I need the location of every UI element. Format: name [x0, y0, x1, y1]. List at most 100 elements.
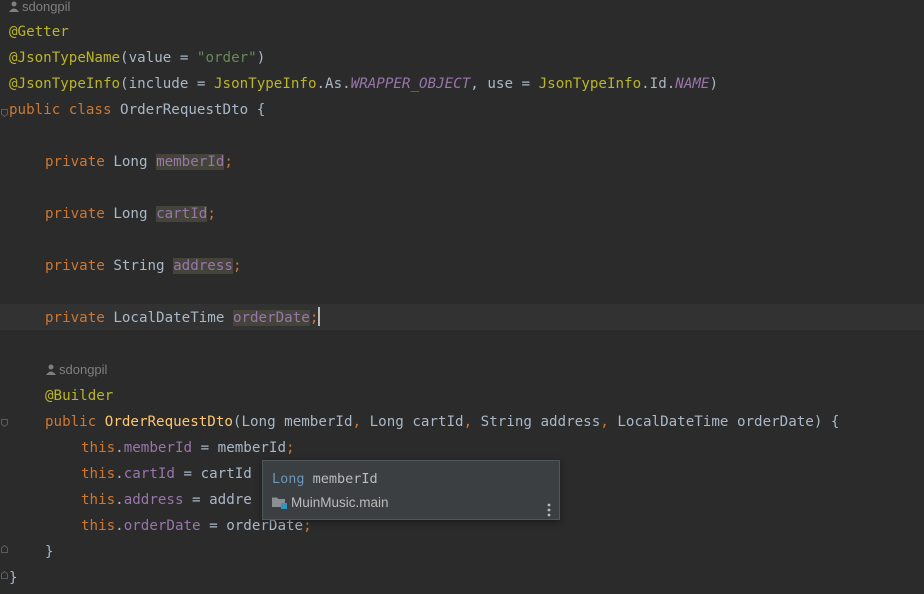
- parameter: String address: [480, 414, 601, 430]
- fold-marker-icon[interactable]: [1, 545, 8, 553]
- code-token: {: [248, 102, 266, 118]
- semicolon: ;: [207, 206, 216, 222]
- field-reference: address: [123, 492, 184, 508]
- field-name: orderDate: [232, 310, 310, 326]
- constructor-name: OrderRequestDto: [104, 414, 233, 430]
- fold-marker-icon[interactable]: [1, 571, 8, 579]
- code-token: (value =: [120, 50, 197, 66]
- code-line[interactable]: }: [9, 565, 18, 591]
- parameter: Long cartId: [369, 414, 464, 430]
- fold-marker-icon[interactable]: [1, 419, 8, 427]
- this-keyword: this: [81, 518, 116, 534]
- popup-name: memberId: [304, 471, 378, 487]
- semicolon: ;: [309, 310, 319, 326]
- semicolon: ;: [224, 154, 233, 170]
- code-token: (include =: [120, 76, 215, 92]
- comma: ,: [352, 414, 370, 430]
- author-hint: sdongpil: [46, 363, 107, 377]
- more-options-icon[interactable]: [547, 503, 551, 517]
- code-line[interactable]: @Getter: [9, 19, 69, 45]
- keyword: private: [45, 206, 114, 222]
- class-name: OrderRequestDto: [120, 102, 249, 118]
- code-token: .: [115, 466, 124, 482]
- popup-type: Long: [272, 471, 305, 487]
- semicolon: ;: [232, 258, 242, 274]
- string-literal: "order": [196, 50, 257, 66]
- field-reference: cartId: [123, 466, 175, 482]
- code-token: .Id.: [641, 76, 676, 92]
- field-declaration[interactable]: private LocalDateTime orderDate;: [45, 305, 321, 331]
- text-cursor: [318, 307, 321, 326]
- keyword: public: [45, 414, 105, 430]
- fold-marker-icon[interactable]: [1, 109, 8, 117]
- field-declaration[interactable]: private Long memberId;: [45, 149, 233, 175]
- parameter: (Long memberId: [232, 414, 353, 430]
- this-keyword: this: [81, 492, 116, 508]
- assignment-line[interactable]: this.memberId = memberId;: [81, 435, 295, 461]
- code-token: = addre: [183, 492, 252, 508]
- code-editor[interactable]: sdongpil @Getter @JsonTypeName(value = "…: [0, 0, 924, 594]
- type-name: String: [113, 258, 174, 274]
- code-token: = orderDate: [200, 518, 304, 534]
- type-name: Long: [113, 206, 157, 222]
- type-name: LocalDateTime: [113, 310, 233, 326]
- field-name: memberId: [156, 154, 225, 170]
- parameter: LocalDateTime orderDate: [617, 414, 814, 430]
- type-name: Long: [113, 154, 157, 170]
- code-token: .As.: [316, 76, 351, 92]
- quick-info-popup[interactable]: Long memberId MuinMusic.main: [262, 460, 560, 520]
- code-token: = cartId: [174, 466, 252, 482]
- author-name: sdongpil: [59, 362, 108, 377]
- comma: ,: [463, 414, 481, 430]
- closing-brace: }: [9, 570, 18, 586]
- closing-brace: }: [45, 544, 54, 560]
- this-keyword: this: [81, 440, 116, 456]
- enum-constant: NAME: [675, 76, 710, 92]
- class-reference: JsonTypeInfo: [538, 76, 642, 92]
- code-token: ): [256, 50, 266, 66]
- popup-module: MuinMusic.main: [272, 495, 389, 510]
- code-token: = memberId: [192, 440, 287, 456]
- keyword: public class: [9, 102, 121, 118]
- builder-annotation: @Builder: [45, 388, 114, 404]
- author-name: sdongpil: [22, 0, 71, 14]
- json-type-info-annotation: @JsonTypeInfo: [9, 76, 121, 92]
- field-declaration[interactable]: private Long cartId;: [45, 201, 216, 227]
- keyword: private: [45, 258, 114, 274]
- getter-annotation: @Getter: [9, 24, 69, 40]
- code-line[interactable]: public class OrderRequestDto {: [9, 97, 265, 123]
- code-token: .: [115, 518, 124, 534]
- author-hint: sdongpil: [9, 0, 70, 14]
- person-icon: [9, 1, 19, 12]
- code-line[interactable]: @JsonTypeName(value = "order"): [9, 45, 265, 71]
- semicolon: ;: [303, 518, 312, 534]
- field-reference: memberId: [123, 440, 193, 456]
- code-line[interactable]: }: [45, 539, 54, 565]
- field-name: cartId: [156, 206, 208, 222]
- module-name: MuinMusic.main: [291, 495, 389, 510]
- field-reference: orderDate: [123, 518, 201, 534]
- this-keyword: this: [81, 466, 116, 482]
- field-name: address: [173, 258, 233, 274]
- assignment-line[interactable]: this.address = addre: [81, 487, 252, 513]
- popup-signature: Long memberId: [272, 471, 378, 487]
- keyword: private: [45, 154, 114, 170]
- code-line[interactable]: @Builder: [45, 383, 113, 409]
- field-declaration[interactable]: private String address;: [45, 253, 241, 279]
- json-type-name-annotation: @JsonTypeName: [9, 50, 121, 66]
- code-token: , use =: [470, 76, 539, 92]
- constructor-declaration[interactable]: public OrderRequestDto(Long memberId, Lo…: [45, 409, 839, 435]
- person-icon: [46, 364, 56, 375]
- code-token: .: [115, 492, 124, 508]
- code-token: ) {: [813, 414, 840, 430]
- assignment-line[interactable]: this.cartId = cartId: [81, 461, 252, 487]
- class-reference: JsonTypeInfo: [214, 76, 317, 92]
- code-token: .: [115, 440, 124, 456]
- comma: ,: [600, 414, 618, 430]
- code-line[interactable]: @JsonTypeInfo(include = JsonTypeInfo.As.…: [9, 71, 718, 97]
- module-folder-icon: [272, 497, 287, 509]
- semicolon: ;: [286, 440, 295, 456]
- code-token: ): [709, 76, 719, 92]
- enum-constant: WRAPPER_OBJECT: [350, 76, 471, 92]
- keyword: private: [45, 310, 114, 326]
